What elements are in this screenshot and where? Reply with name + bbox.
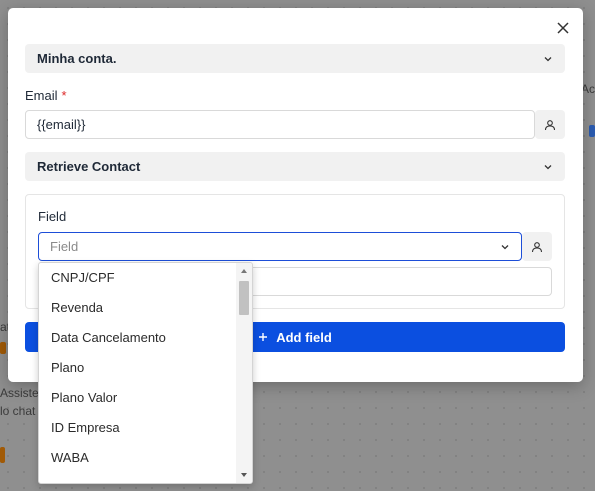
scroll-up-icon[interactable] [240,267,248,275]
add-field-label: Add field [276,329,332,345]
user-icon [544,119,556,130]
dropdown-option[interactable]: Plano Valor [39,383,236,413]
section-minha-conta[interactable]: Minha conta. [25,44,565,73]
scrollbar-thumb[interactable] [239,281,249,315]
section-retrieve-contact-title: Retrieve Contact [37,159,141,174]
background-chip-orange-2 [0,447,5,463]
dropdown-option[interactable]: Revenda [39,293,236,323]
dropdown-option[interactable]: CNPJ/CPF [39,263,236,293]
dropdown-option[interactable]: ID Empresa [39,413,236,443]
required-mark: * [61,88,67,103]
field-select[interactable]: Field [38,232,522,261]
background-chip-orange-1 [0,342,6,354]
chevron-down-icon [544,56,552,61]
email-label-text: Email [25,88,58,103]
chevron-down-icon [544,164,552,169]
close-icon [557,22,569,34]
email-label: Email * [25,88,67,103]
email-variable-button[interactable] [535,110,565,139]
dropdown-option[interactable]: WABA [39,443,236,473]
field-label: Field [38,209,67,224]
plus-icon [259,333,268,341]
field-dropdown: CNPJ/CPF Revenda Data Cancelamento Plano… [38,262,253,484]
background-chip-blue [589,125,595,137]
field-select-placeholder: Field [50,239,79,254]
dropdown-scrollbar[interactable] [236,263,252,483]
email-field-value: {{email}} [37,117,86,132]
user-icon [531,241,543,252]
background-text-lo-chat: lo chat [0,404,36,418]
background-text-ac: Ac [581,82,595,96]
email-field[interactable]: {{email}} [25,110,535,139]
chevron-down-icon [501,244,509,249]
background-text-assiste: Assiste [0,386,39,400]
field-variable-button[interactable] [522,232,552,261]
dropdown-option[interactable]: Plano [39,353,236,383]
dropdown-option[interactable]: Data Cancelamento [39,323,236,353]
scroll-down-icon[interactable] [240,471,248,479]
section-retrieve-contact[interactable]: Retrieve Contact [25,152,565,181]
section-minha-conta-title: Minha conta. [37,51,117,66]
close-button[interactable] [553,18,573,38]
